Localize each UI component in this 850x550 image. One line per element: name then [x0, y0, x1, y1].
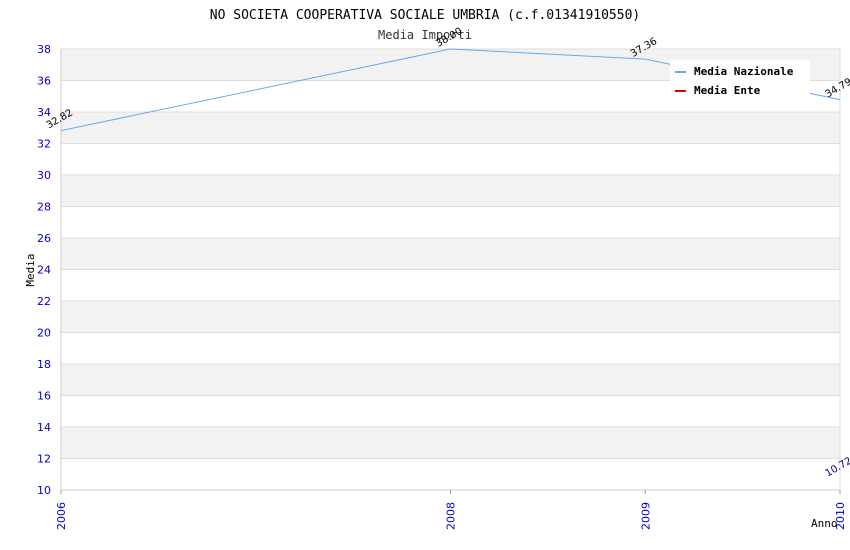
grid-band — [61, 206, 840, 238]
grid-band — [61, 269, 840, 301]
y-tick-label: 36 — [37, 75, 51, 88]
x-axis-ticks: 2006 2008 2009 2010 — [55, 490, 847, 530]
y-tick-label: 28 — [37, 201, 51, 214]
y-tick-label: 32 — [37, 138, 51, 151]
y-tick-label: 30 — [37, 169, 51, 182]
y-axis-title: Media — [24, 253, 37, 286]
legend-label-media-ente: Media Ente — [694, 84, 761, 97]
y-tick-label: 16 — [37, 390, 51, 403]
grid-band — [61, 112, 840, 144]
grid-band — [61, 395, 840, 427]
y-tick-label: 12 — [37, 453, 51, 466]
y-tick-label: 14 — [37, 421, 51, 434]
grid-band — [61, 238, 840, 270]
y-axis-ticks: 10 12 14 16 18 20 22 24 26 28 30 32 34 36 38 — [37, 43, 51, 497]
legend-label-media-nazionale: Media Nazionale — [694, 65, 794, 78]
grid-bands — [60, 48, 841, 491]
grid-band — [61, 332, 840, 364]
chart-title: NO SOCIETA COOPERATIVA SOCIALE UMBRIA (c… — [210, 8, 640, 23]
y-tick-label: 38 — [37, 43, 51, 56]
grid-band — [61, 364, 840, 396]
grid-band — [61, 427, 840, 459]
legend: Media Nazionale Media Ente — [670, 60, 810, 102]
x-tick-label: 2009 — [639, 502, 652, 530]
y-tick-label: 24 — [37, 264, 51, 277]
grid-band — [61, 301, 840, 333]
y-tick-label: 18 — [37, 358, 51, 371]
y-tick-label: 22 — [37, 295, 51, 308]
y-tick-label: 10 — [37, 484, 51, 497]
x-axis-title: Anno — [811, 517, 838, 530]
y-tick-label: 20 — [37, 327, 51, 340]
y-tick-label: 26 — [37, 232, 51, 245]
y-tick-label: 34 — [37, 106, 51, 119]
x-tick-label: 2006 — [55, 502, 68, 530]
x-tick-label: 2008 — [445, 502, 458, 530]
line-chart: NO SOCIETA COOPERATIVA SOCIALE UMBRIA (c… — [24, 8, 850, 530]
grid-band — [61, 143, 840, 175]
grid-band — [61, 458, 840, 490]
grid-band — [61, 175, 840, 207]
